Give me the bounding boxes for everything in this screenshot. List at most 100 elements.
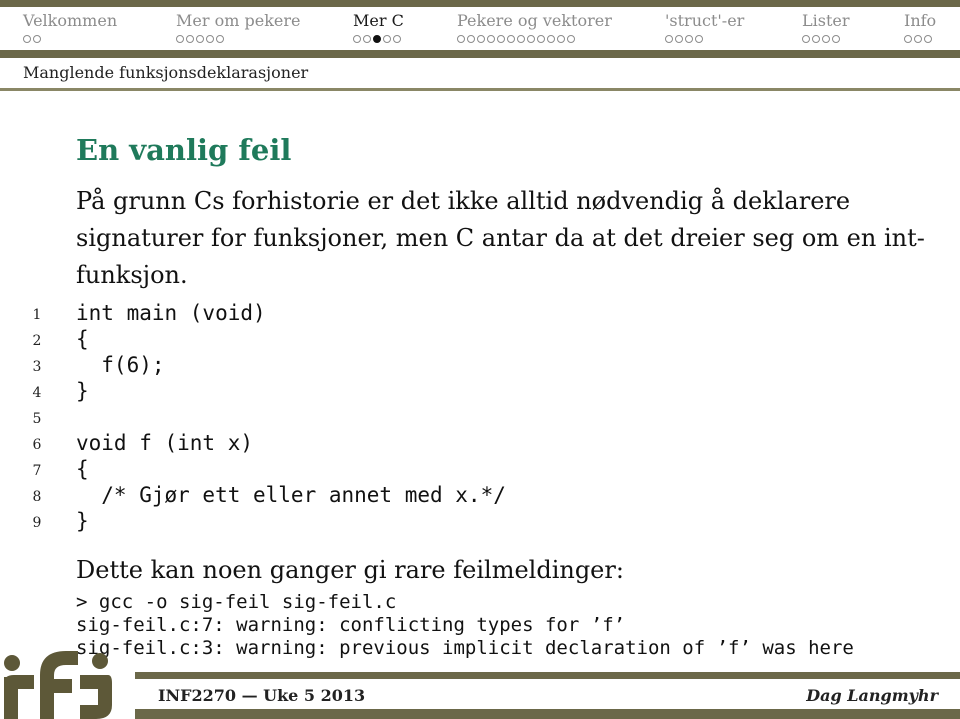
slide-dots <box>665 35 703 43</box>
slide-dot[interactable] <box>186 35 194 43</box>
slide-dot[interactable] <box>497 35 505 43</box>
slide-dot[interactable] <box>557 35 565 43</box>
footer-top-bar <box>135 672 960 679</box>
code-line: 9} <box>0 509 960 535</box>
header-bottom-bar <box>0 50 960 58</box>
current-slide-dot[interactable] <box>373 35 381 43</box>
nav-section-label: Lister <box>802 11 850 30</box>
slide-dot[interactable] <box>685 35 693 43</box>
line-number: 6 <box>32 437 42 453</box>
slide-dot[interactable] <box>695 35 703 43</box>
slide-dot[interactable] <box>467 35 475 43</box>
slide-dots <box>353 35 401 43</box>
slide-dots <box>23 35 41 43</box>
code-text: { <box>76 457 89 481</box>
line-number: 3 <box>32 359 42 375</box>
line-number: 2 <box>32 333 42 349</box>
subsection-title: Manglende funksjonsdeklarasjoner <box>23 63 309 82</box>
slide-dots <box>802 35 840 43</box>
slide-dot[interactable] <box>517 35 525 43</box>
slide-dot[interactable] <box>547 35 555 43</box>
subsection-divider <box>0 88 960 91</box>
nav-section[interactable]: 'struct'-er <box>665 11 745 43</box>
slide-dot[interactable] <box>176 35 184 43</box>
slide-dot[interactable] <box>196 35 204 43</box>
nav-section-label: Velkommen <box>23 11 118 30</box>
nav-section-label: Pekere og vektorer <box>457 11 612 30</box>
nav-section-label: Info <box>904 11 937 30</box>
slide-dot[interactable] <box>537 35 545 43</box>
slide-dot[interactable] <box>527 35 535 43</box>
slide-dot[interactable] <box>216 35 224 43</box>
code-text: void f (int x) <box>76 431 254 455</box>
slide-dot[interactable] <box>924 35 932 43</box>
nav-section-label: Mer C <box>353 11 404 30</box>
section-navigation: Velkommen Mer om pekere Mer C Pekere og vek… <box>0 11 960 49</box>
slide-dot[interactable] <box>832 35 840 43</box>
line-number: 4 <box>32 385 42 401</box>
slide-dot[interactable] <box>675 35 683 43</box>
nav-section[interactable]: Pekere og vektorer <box>457 11 612 43</box>
ifi-logo-icon <box>4 651 112 719</box>
code-listing: 1 int main (void) 2{3 f(6); 4} 5 6 void f (int… <box>0 301 960 535</box>
slide-dot[interactable] <box>457 35 465 43</box>
nav-section-label: Mer om pekere <box>176 11 301 30</box>
slide-dot[interactable] <box>665 35 673 43</box>
slide-dot[interactable] <box>904 35 912 43</box>
code-line: 1 int main (void) <box>0 301 960 327</box>
line-number: 1 <box>32 307 42 323</box>
slide-dots <box>176 35 224 43</box>
nav-section[interactable]: Info <box>904 11 937 43</box>
nav-section[interactable]: Lister <box>802 11 850 43</box>
code-text: int main (void) <box>76 301 266 325</box>
header-top-bar <box>0 0 960 7</box>
line-number: 7 <box>32 463 42 479</box>
slide-dot[interactable] <box>487 35 495 43</box>
frame-title: En vanlig feil <box>76 133 292 167</box>
slide-dot[interactable] <box>33 35 41 43</box>
nav-section[interactable]: Velkommen <box>23 11 118 43</box>
terminal-line: > gcc -o sig-feil sig-feil.c <box>76 591 397 613</box>
nav-section[interactable]: Mer C <box>353 11 404 43</box>
slide-dots <box>457 35 575 43</box>
terminal-output: > gcc -o sig-feil sig-feil.c sig-feil.c:7… <box>76 591 854 660</box>
slide-dot[interactable] <box>812 35 820 43</box>
line-number: 9 <box>32 515 42 531</box>
code-line: 2{ <box>0 327 960 353</box>
slide-dot[interactable] <box>353 35 361 43</box>
code-line: 7{ <box>0 457 960 483</box>
line-number: 8 <box>32 489 42 505</box>
code-text: } <box>76 509 89 533</box>
code-line: 6 void f (int x) <box>0 431 960 457</box>
footer-bottom-bar <box>135 709 960 719</box>
after-paragraph: Dette kan noen ganger gi rare feilmeldin… <box>76 556 624 584</box>
nav-section-label: 'struct'-er <box>665 11 745 30</box>
intro-paragraph: På grunn Cs forhistorie er det ikke allt… <box>76 187 925 289</box>
slide-dot[interactable] <box>477 35 485 43</box>
code-text: } <box>76 379 89 403</box>
slide-dots <box>904 35 932 43</box>
slide-dot[interactable] <box>507 35 515 43</box>
slide-dot[interactable] <box>802 35 810 43</box>
slide-dot[interactable] <box>822 35 830 43</box>
footer-course: INF2270 — Uke 5 2013 <box>158 686 366 705</box>
code-line: 4} <box>0 379 960 405</box>
code-line: 8 /* Gjør ett eller annet med x.*/ <box>0 483 960 509</box>
code-text: { <box>76 327 89 351</box>
nav-section[interactable]: Mer om pekere <box>176 11 301 43</box>
code-line: 3 f(6); <box>0 353 960 379</box>
slide-dot[interactable] <box>23 35 31 43</box>
line-number: 5 <box>32 411 42 427</box>
code-text: f(6); <box>76 353 165 377</box>
slide-dot[interactable] <box>567 35 575 43</box>
slide-dot[interactable] <box>206 35 214 43</box>
footer-author: Dag Langmyhr <box>806 686 938 705</box>
slide-dot[interactable] <box>393 35 401 43</box>
slide-dot[interactable] <box>383 35 391 43</box>
slide-dot[interactable] <box>914 35 922 43</box>
code-text: /* Gjør ett eller annet med x.*/ <box>76 483 506 507</box>
code-line: 5 <box>0 405 960 431</box>
slide-dot[interactable] <box>363 35 371 43</box>
terminal-line: sig-feil.c:3: warning: previous implicit… <box>76 637 854 659</box>
terminal-line: sig-feil.c:7: warning: conflicting types… <box>76 614 626 636</box>
